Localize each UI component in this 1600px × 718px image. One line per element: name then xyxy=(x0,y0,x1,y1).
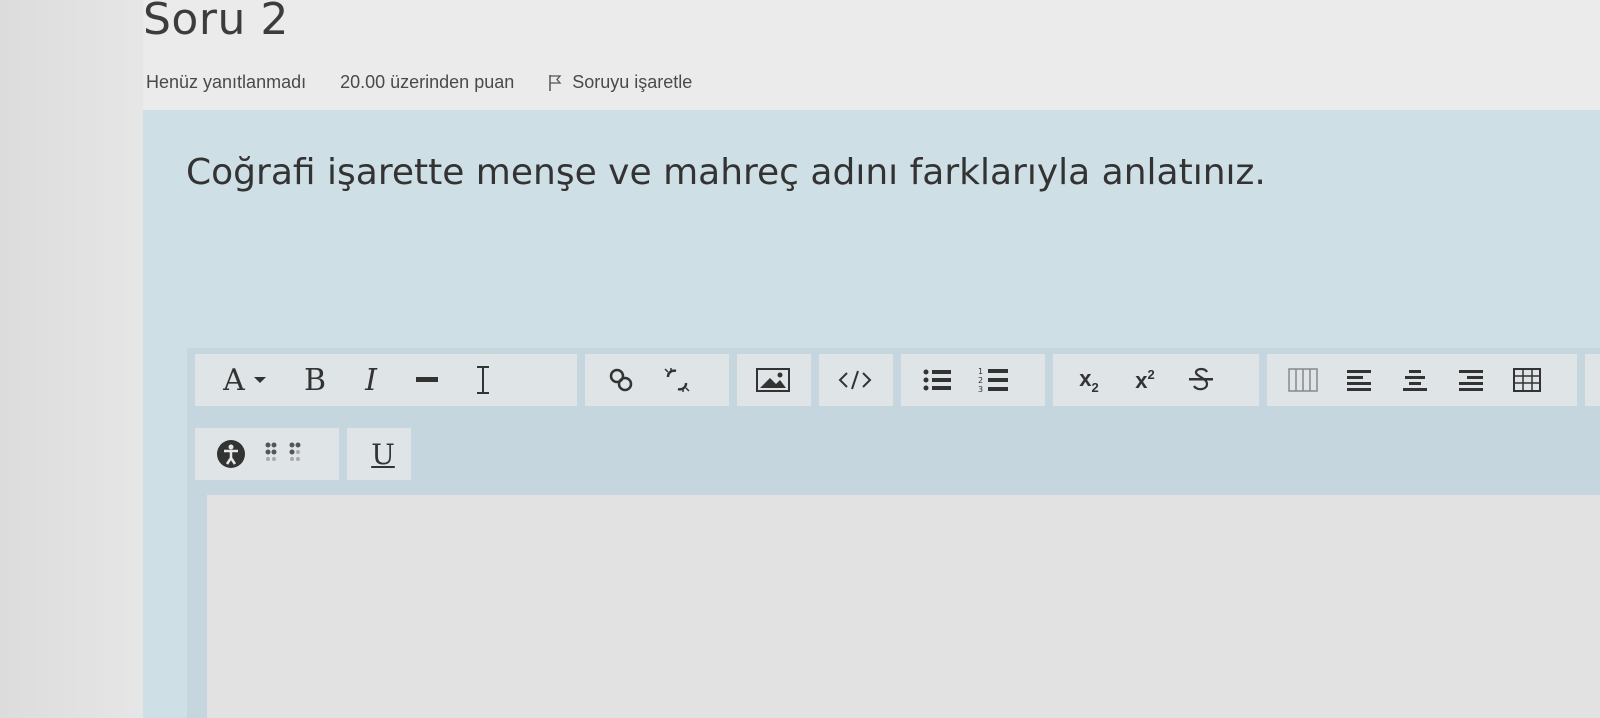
bullet-list-button[interactable] xyxy=(911,354,963,406)
flag-question-link[interactable]: Soruyu işaretle xyxy=(548,72,692,93)
horizontal-rule-icon xyxy=(416,377,438,382)
align-center-icon xyxy=(1403,370,1427,391)
html-code-button[interactable] xyxy=(829,354,881,406)
editor-toolbar-row-1: A B I 1 2 3 x2 x2 xyxy=(195,354,1600,406)
align-right-icon xyxy=(1459,370,1483,391)
question-score: 20.00 üzerinden puan xyxy=(340,72,515,92)
page-margin xyxy=(0,0,143,718)
numbered-list-icon: 1 2 3 xyxy=(978,367,1008,394)
toolbar-group-links xyxy=(585,354,729,406)
table-icon xyxy=(1288,368,1318,392)
align-right-button[interactable] xyxy=(1445,354,1497,406)
toolbar-group-alignment xyxy=(1267,354,1577,406)
superscript-icon: x2 xyxy=(1135,366,1155,393)
bold-icon: B xyxy=(303,362,327,398)
flag-question-label: Soruyu işaretle xyxy=(572,72,693,92)
screen-reader-helper-button[interactable] xyxy=(261,428,313,480)
strikethrough-button[interactable] xyxy=(1175,354,1227,406)
font-color-button[interactable]: A xyxy=(205,354,285,406)
insert-table-icon xyxy=(1513,368,1541,392)
underline-icon: U xyxy=(371,437,395,471)
unlink-icon xyxy=(664,368,690,392)
equation-button[interactable] xyxy=(1595,354,1600,406)
toolbar-group-underline: U xyxy=(347,428,411,480)
horizontal-rule-button[interactable] xyxy=(401,354,453,406)
subscript-icon: x2 xyxy=(1079,365,1099,395)
bullet-list-icon xyxy=(923,369,951,391)
toolbar-group-math xyxy=(1585,354,1600,406)
superscript-button[interactable]: x2 xyxy=(1119,354,1171,406)
bold-button[interactable]: B xyxy=(289,354,341,406)
svg-text:2: 2 xyxy=(978,376,983,385)
question-status: Henüz yanıtlanmadı xyxy=(146,72,307,92)
insert-table-button[interactable] xyxy=(1501,354,1553,406)
clear-formatting-button[interactable] xyxy=(457,354,509,406)
question-text: Coğrafi işarette menşe ve mahreç adını f… xyxy=(186,152,1266,193)
screen-reader-icon xyxy=(265,442,301,461)
svg-text:1: 1 xyxy=(978,367,983,376)
question-info: Henüz yanıtlanmadı 20.00 üzerinden puan … xyxy=(146,72,692,93)
strikethrough-icon xyxy=(1189,367,1213,391)
editor-toolbar-row-2: U xyxy=(195,428,411,480)
flag-icon xyxy=(548,74,562,92)
link-button[interactable] xyxy=(595,354,647,406)
toolbar-group-script: x2 x2 xyxy=(1053,354,1259,406)
html-code-icon xyxy=(838,370,872,390)
accessibility-checker-button[interactable] xyxy=(205,428,257,480)
align-center-button[interactable] xyxy=(1389,354,1441,406)
unlink-button[interactable] xyxy=(651,354,703,406)
font-color-icon: A xyxy=(223,362,245,398)
question-heading: Soru 2 xyxy=(143,0,289,45)
subscript-button[interactable]: x2 xyxy=(1063,354,1115,406)
answer-textarea[interactable] xyxy=(207,495,1600,718)
numbered-list-button[interactable]: 1 2 3 xyxy=(967,354,1019,406)
toolbar-group-media xyxy=(737,354,811,406)
toolbar-group-format: A B I xyxy=(195,354,577,406)
italic-button[interactable]: I xyxy=(345,354,397,406)
italic-icon: I xyxy=(365,362,377,398)
toolbar-group-accessibility xyxy=(195,428,339,480)
chevron-down-icon xyxy=(253,377,266,383)
clear-formatting-icon xyxy=(477,366,489,394)
underline-button[interactable]: U xyxy=(357,428,409,480)
svg-text:3: 3 xyxy=(978,385,983,394)
image-icon xyxy=(756,368,790,392)
image-button[interactable] xyxy=(747,354,799,406)
toolbar-group-code xyxy=(819,354,893,406)
columns-button[interactable] xyxy=(1277,354,1329,406)
quiz-page: Soru 2 Henüz yanıtlanmadı 20.00 üzerinde… xyxy=(0,0,1600,718)
toolbar-group-lists: 1 2 3 xyxy=(901,354,1045,406)
link-icon xyxy=(609,368,633,392)
align-left-icon xyxy=(1347,370,1371,391)
accessibility-icon xyxy=(217,440,245,468)
align-left-button[interactable] xyxy=(1333,354,1385,406)
